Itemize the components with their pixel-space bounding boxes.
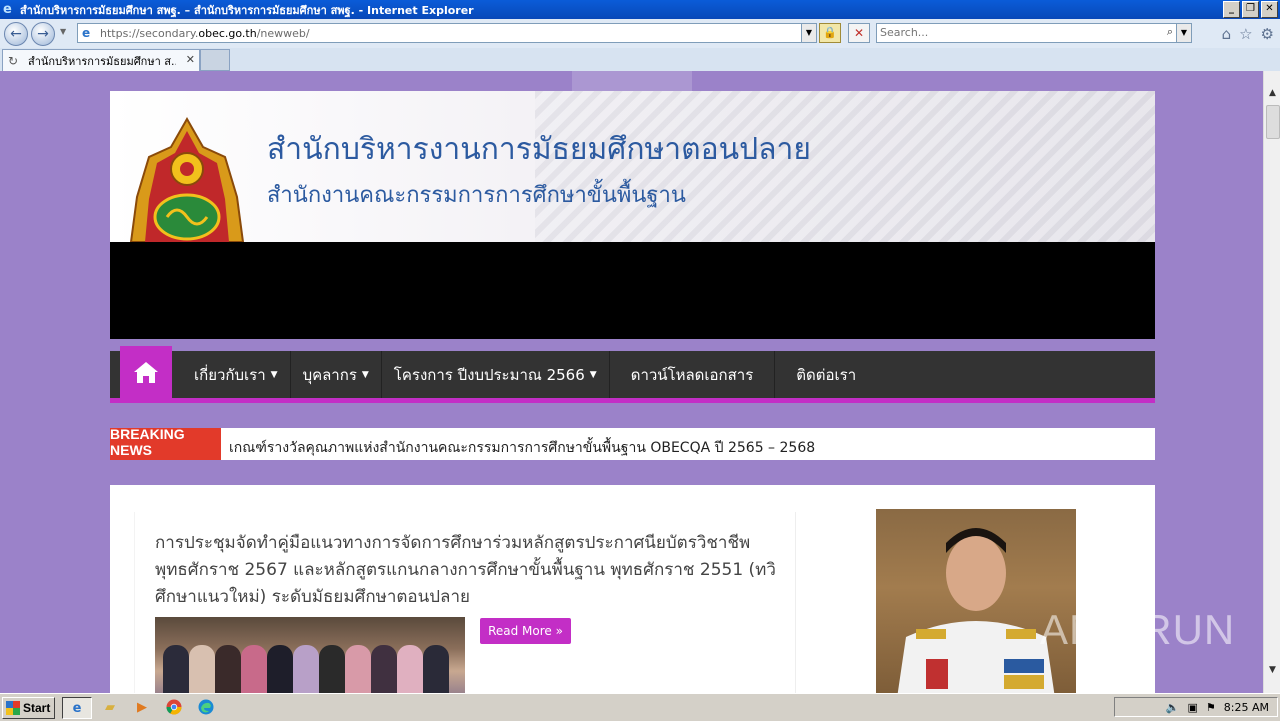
search-dropdown-icon[interactable]: ▼: [1176, 24, 1191, 42]
menu-item-projects[interactable]: โครงการ ปีงบประมาณ 2566 ▼: [382, 351, 610, 398]
taskbar-apps: e ▰ ▶: [62, 697, 220, 719]
menu-item-downloads[interactable]: ดาวน์โหลดเอกสาร: [610, 351, 776, 398]
post-thumbnail[interactable]: [155, 617, 465, 693]
page-ie-icon: e: [82, 26, 91, 40]
obec-emblem-logo: [129, 117, 245, 242]
close-window-button[interactable]: ✕: [1261, 1, 1278, 18]
featured-post: การประชุมจัดทำคู่มือแนวทางการจัดการศึกษา…: [134, 512, 796, 693]
minimize-button[interactable]: _: [1223, 1, 1240, 18]
new-tab-button[interactable]: [200, 49, 230, 71]
anyrun-watermark: ANY RUN: [1040, 606, 1236, 653]
caret-down-icon: ▼: [270, 369, 278, 380]
scroll-up-icon[interactable]: ▲: [1264, 85, 1280, 102]
top-strip: [572, 71, 692, 91]
loading-icon: ↻: [8, 53, 19, 68]
edge-icon[interactable]: [192, 697, 220, 717]
page-viewport: สำนักบริหารงานการมัธยมศึกษาตอนปลาย สำนัก…: [0, 71, 1263, 693]
stop-button[interactable]: ✕: [848, 23, 870, 43]
scroll-down-icon[interactable]: ▼: [1264, 662, 1280, 679]
caret-down-icon: ▼: [361, 369, 369, 380]
search-input[interactable]: [880, 25, 1150, 39]
scroll-thumb[interactable]: [1266, 105, 1280, 139]
tab-active[interactable]: ↻ สำนักบริหารการมัธยมศึกษา ส... ✕: [2, 49, 200, 71]
search-box[interactable]: ⌕ ▼: [876, 23, 1192, 43]
home-icon: [134, 362, 158, 383]
clock[interactable]: 8:25 AM: [1224, 701, 1269, 714]
back-button[interactable]: ←: [4, 22, 28, 46]
ie-taskbar-icon[interactable]: e: [62, 697, 92, 719]
breaking-news-label: BREAKING NEWS: [110, 426, 221, 460]
tab-close-icon[interactable]: ✕: [186, 53, 195, 66]
vertical-scrollbar[interactable]: ▲ ▼: [1263, 71, 1280, 693]
tab-title: สำนักบริหารการมัธยมศึกษา ส...: [28, 54, 176, 68]
edge-logo-icon: [198, 699, 214, 715]
menu-item-staff[interactable]: บุคลากร ▼: [291, 351, 382, 398]
arrow-left-icon: ←: [10, 26, 22, 42]
media-player-icon[interactable]: ▶: [128, 697, 156, 717]
read-more-button[interactable]: Read More »: [480, 618, 571, 644]
browser-toolbar-icons: ⌂ ☆ ⚙: [1222, 25, 1274, 43]
breaking-news-link[interactable]: เกณฑ์รางวัลคุณภาพแห่งสำนักงานคณะกรรมการก…: [229, 437, 815, 459]
taskbar: Start e ▰ ▶ 🔈 ▣ ⚑ 8:25 AM: [0, 693, 1280, 721]
director-portrait: [876, 509, 1076, 693]
address-url[interactable]: https://secondary.obec.go.th/newweb/: [100, 27, 310, 40]
banner-slider: [110, 242, 1155, 339]
site-subtitle: สำนักงานคณะกรรมการการศึกษาขั้นพื้นฐาน: [267, 183, 686, 208]
breaking-news-bar: BREAKING NEWS เกณฑ์รางวัลคุณภาพแห่งสำนัก…: [110, 426, 1155, 460]
start-button[interactable]: Start: [2, 697, 55, 719]
favorites-star-icon[interactable]: ☆: [1239, 25, 1252, 43]
arrow-right-icon: →: [37, 26, 49, 42]
window-title: สำนักบริหารการมัธยมศึกษา สพฐ. – สำนักบริ…: [20, 3, 474, 17]
menu-item-about[interactable]: เกี่ยวกับเรา ▼: [182, 351, 291, 398]
security-lock-icon[interactable]: 🔒: [819, 23, 841, 43]
caret-down-icon: ▼: [589, 369, 597, 380]
post-title[interactable]: การประชุมจัดทำคู่มือแนวทางการจัดการศึกษา…: [155, 530, 795, 611]
history-dropdown-icon[interactable]: ▼: [60, 27, 66, 36]
network-icon[interactable]: ▣: [1188, 701, 1198, 714]
folder-icon[interactable]: ▰: [96, 697, 124, 717]
chrome-icon[interactable]: [160, 697, 188, 717]
flag-icon[interactable]: ⚑: [1206, 701, 1216, 714]
home-button[interactable]: [120, 346, 172, 398]
restore-button[interactable]: ❐: [1242, 1, 1259, 18]
volume-icon[interactable]: 🔈: [1166, 701, 1180, 714]
site-title: สำนักบริหารงานการมัธยมศึกษาตอนปลาย: [267, 132, 811, 167]
address-bar[interactable]: e https://secondary.obec.go.th/newweb/ ▼: [77, 23, 817, 43]
search-icon[interactable]: ⌕: [1167, 25, 1173, 39]
ie-logo-icon: e: [3, 1, 12, 17]
tab-row: ↻ สำนักบริหารการมัธยมศึกษา ส... ✕: [0, 48, 1280, 71]
forward-button[interactable]: →: [31, 22, 55, 46]
windows-logo-icon: [6, 701, 20, 715]
window-controls: _ ❐ ✕: [1223, 1, 1278, 18]
window-titlebar: e สำนักบริหารการมัธยมศึกษา สพฐ. – สำนักบ…: [0, 0, 1280, 19]
site-header: สำนักบริหารงานการมัธยมศึกษาตอนปลาย สำนัก…: [110, 91, 1155, 242]
menu-item-contact[interactable]: ติดต่อเรา: [775, 351, 877, 398]
main-menu: เกี่ยวกับเรา ▼ บุคลากร ▼ โครงการ ปีงบประมา…: [110, 346, 1155, 403]
menu-items: เกี่ยวกับเรา ▼ บุคลากร ▼ โครงการ ปีงบประมา…: [182, 351, 877, 398]
home-icon[interactable]: ⌂: [1222, 25, 1232, 43]
browser-navbar: ← → ▼ e https://secondary.obec.go.th/new…: [0, 19, 1280, 49]
system-tray: 🔈 ▣ ⚑ 8:25 AM: [1114, 697, 1278, 717]
portrait-figure: [897, 528, 1055, 693]
address-dropdown-icon[interactable]: ▼: [801, 24, 816, 42]
chrome-logo-icon: [166, 699, 182, 715]
settings-gear-icon[interactable]: ⚙: [1261, 25, 1274, 43]
content-area: การประชุมจัดทำคู่มือแนวทางการจัดการศึกษา…: [110, 485, 1155, 693]
